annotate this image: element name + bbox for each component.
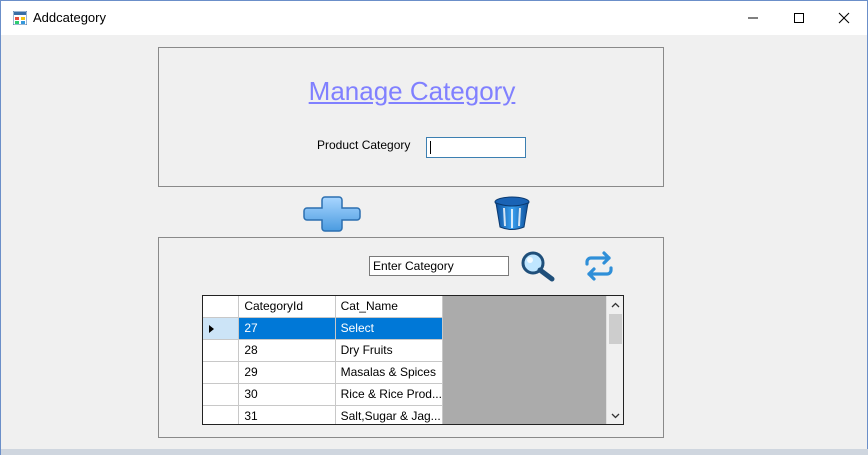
window-title: Addcategory <box>33 10 106 25</box>
magnifier-icon <box>521 251 555 282</box>
cell-categoryid[interactable]: 27 <box>238 317 336 340</box>
cell-categoryid[interactable]: 28 <box>238 339 336 362</box>
category-table: CategoryId Cat_Name 27 Select 28 Dry Fru… <box>203 296 444 424</box>
current-row-arrow-icon <box>209 324 214 333</box>
title-bar: Addcategory <box>1 1 867 35</box>
table-row[interactable]: 27 Select <box>203 317 444 340</box>
column-header-cat-name[interactable]: Cat_Name <box>335 296 444 318</box>
scroll-up-button[interactable] <box>607 296 623 313</box>
row-header[interactable] <box>203 405 240 424</box>
cell-cat-name[interactable]: Dry Fruits <box>335 339 444 362</box>
maximize-icon <box>794 13 804 23</box>
cell-categoryid[interactable]: 31 <box>238 405 336 424</box>
background-strip <box>1 449 868 455</box>
cell-categoryid[interactable]: 30 <box>238 383 336 406</box>
column-header-categoryid[interactable]: CategoryId <box>238 296 336 318</box>
minimize-button[interactable] <box>730 1 776 35</box>
scroll-thumb[interactable] <box>609 314 622 344</box>
close-icon <box>838 12 850 24</box>
category-form-panel: Manage Category Product Category <box>158 47 664 187</box>
table-row[interactable]: 31 Salt,Sugar & Jag... <box>203 405 444 424</box>
row-header[interactable] <box>203 361 240 384</box>
row-header[interactable] <box>203 339 240 362</box>
row-header[interactable] <box>203 317 240 340</box>
app-window-icon <box>13 11 27 25</box>
cell-cat-name[interactable]: Salt,Sugar & Jag... <box>335 405 444 424</box>
row-header[interactable] <box>203 383 240 406</box>
search-category-input[interactable] <box>369 256 509 276</box>
search-button[interactable] <box>519 250 557 282</box>
vertical-scrollbar[interactable] <box>606 296 623 424</box>
minimize-icon <box>748 17 758 19</box>
category-list-panel: CategoryId Cat_Name 27 Select 28 Dry Fru… <box>158 237 664 438</box>
trash-icon <box>494 196 530 230</box>
refresh-icon <box>585 251 613 281</box>
cell-cat-name[interactable]: Masalas & Spices <box>335 361 444 384</box>
plus-icon <box>303 196 361 232</box>
table-row[interactable]: 30 Rice & Rice Prod... <box>203 383 444 406</box>
refresh-button[interactable] <box>581 250 617 282</box>
page-title: Manage Category <box>308 76 516 106</box>
text-caret <box>430 141 431 154</box>
product-category-input[interactable] <box>426 137 526 158</box>
category-data-grid[interactable]: CategoryId Cat_Name 27 Select 28 Dry Fru… <box>202 295 624 425</box>
cell-cat-name[interactable]: Select <box>335 317 444 340</box>
maximize-button[interactable] <box>776 1 822 35</box>
product-category-label: Product Category <box>317 138 411 152</box>
cell-categoryid[interactable]: 29 <box>238 361 336 384</box>
chevron-up-icon <box>611 302 620 307</box>
close-button[interactable] <box>821 1 867 35</box>
table-row[interactable]: 29 Masalas & Spices <box>203 361 444 384</box>
table-row[interactable]: 28 Dry Fruits <box>203 339 444 362</box>
add-button[interactable] <box>301 194 363 234</box>
table-header-row: CategoryId Cat_Name <box>203 296 444 318</box>
cell-cat-name[interactable]: Rice & Rice Prod... <box>335 383 444 406</box>
delete-button[interactable] <box>491 194 533 232</box>
addcategory-window: Addcategory Manage Category Product Cate… <box>0 0 868 455</box>
scroll-down-button[interactable] <box>607 407 623 424</box>
chevron-down-icon <box>611 413 620 418</box>
row-header-corner <box>203 296 240 318</box>
